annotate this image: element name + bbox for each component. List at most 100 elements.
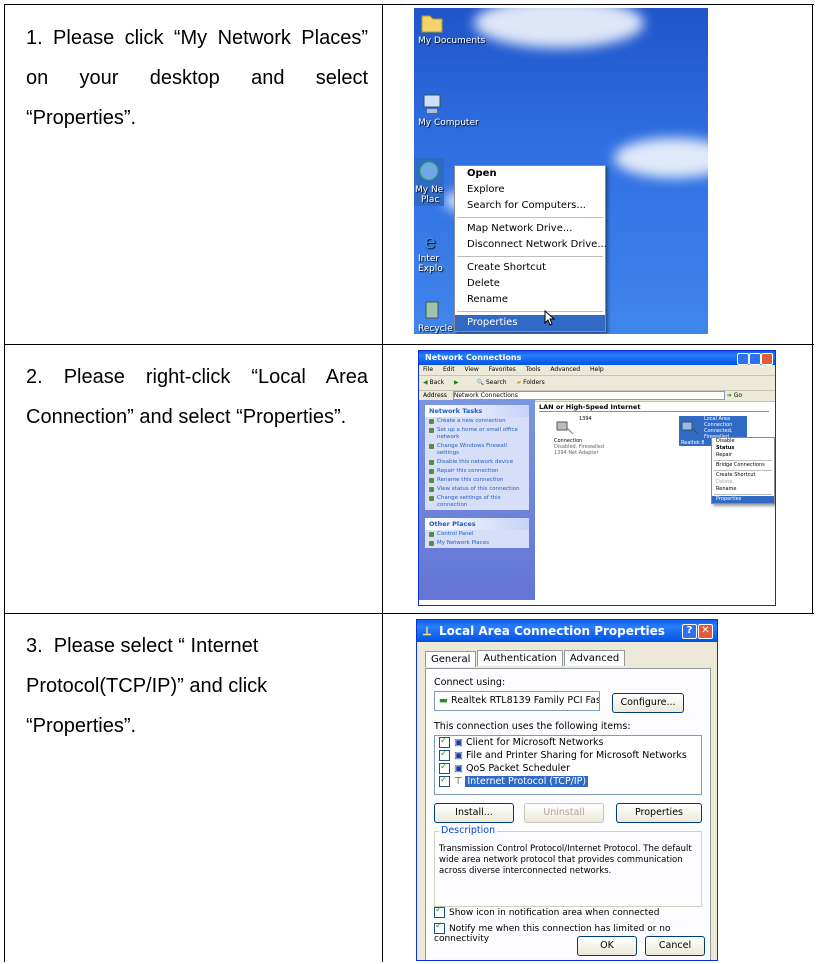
forward-icon[interactable]: ▶ [454,379,459,386]
menu-item-explore[interactable]: Explore [455,182,605,198]
network-connection-icon [556,421,574,435]
folders-icon: ▰ [516,379,522,386]
connection-context-menu: Disable Status Repair Bridge Connections… [711,437,775,504]
menu-item-delete[interactable]: Delete [712,479,774,486]
menu-item-delete[interactable]: Delete [455,276,605,292]
connection-1394[interactable]: 1394 Connection Disabled, Firewalled 139… [554,416,604,456]
menu-item-properties[interactable]: Properties [712,496,774,503]
window-title-bar: Network Connections [419,351,775,365]
checkbox[interactable] [434,905,445,918]
menu-item-status[interactable]: Status [712,445,774,452]
menu-item-search-computers[interactable]: Search for Computers... [455,198,605,214]
configure-button[interactable]: Configure... [612,693,684,713]
list-item[interactable]: ▣ File and Printer Sharing for Microsoft… [435,748,701,762]
task-link[interactable]: View status of this connection [425,485,529,494]
place-link[interactable]: My Network Places [425,539,529,548]
task-link[interactable]: Disable this network device [425,458,529,467]
desktop-icon-my-network-places[interactable]: My Ne Plac [414,158,445,206]
menu-item-rename[interactable]: Rename [455,292,605,308]
menu-item-create-shortcut[interactable]: Create Shortcut [455,260,605,276]
service-icon: ▣ [454,763,463,774]
checkbox[interactable] [439,774,450,787]
menu-advanced[interactable]: Advanced [550,366,580,373]
menu-separator [457,311,603,312]
close-button[interactable]: ✕ [698,624,713,639]
tab-advanced[interactable]: Advanced [563,650,626,666]
network-connection-icon [681,421,699,435]
tasks-pane: Network Tasks Create a new connection Se… [419,400,535,600]
task-link[interactable]: Repair this connection [425,467,529,476]
checkbox[interactable] [439,761,450,774]
install-button[interactable]: Install... [434,803,514,823]
toolbar: ◀ Back ▶ 🔍 Search ▰ Folders [419,376,775,391]
list-item[interactable]: ▣ Client for Microsoft Networks [435,735,701,749]
checkbox[interactable] [434,921,445,934]
task-link[interactable]: Set up a home or small office network [425,426,529,442]
menu-edit[interactable]: Edit [443,366,455,373]
menu-item-disconnect-network-drive[interactable]: Disconnect Network Drive... [455,237,607,253]
network-tasks-header[interactable]: Network Tasks [425,405,529,417]
tab-general[interactable]: General [425,651,477,667]
go-button[interactable]: Go [734,392,742,399]
recycle-bin-icon [425,301,439,319]
tab-authentication[interactable]: Authentication [477,650,563,666]
components-list: ▣ Client for Microsoft Networks ▣ File a… [434,735,702,795]
help-button[interactable]: ? [682,624,697,639]
globe-network-icon [419,161,439,181]
other-places-header[interactable]: Other Places [425,518,529,530]
network-tasks-panel: Network Tasks Create a new connection Se… [425,405,529,510]
menu-item-map-network-drive[interactable]: Map Network Drive... [455,221,605,237]
adapter-field: ▬ Realtek RTL8139 Family PCI Fast Et [434,691,600,711]
desktop-icon-internet-explorer[interactable]: e Inter Explo [418,228,446,274]
folders-button[interactable]: Folders [523,379,545,386]
items-label: This connection uses the following items… [434,721,631,732]
list-item[interactable]: ▣ QoS Packet Scheduler [435,761,701,775]
menu-item-repair[interactable]: Repair [712,452,774,459]
menu-item-bridge[interactable]: Bridge Connections [712,462,774,469]
menu-separator [457,256,603,257]
desktop-icon-my-documents[interactable]: My Documents [418,10,485,46]
maximize-button[interactable] [749,353,761,365]
menu-tools[interactable]: Tools [526,366,541,373]
place-link[interactable]: Control Panel [425,530,529,539]
menu-separator [714,470,772,471]
task-link[interactable]: Rename this connection [425,476,529,485]
menu-help[interactable]: Help [590,366,604,373]
back-button[interactable]: Back [430,379,445,386]
lan-properties-dialog: ⟂ Local Area Connection Properties ? ✕ G… [416,619,718,961]
show-icon-option[interactable]: Show icon in notification area when conn… [434,905,659,918]
ok-button[interactable]: OK [577,936,637,956]
menu-file[interactable]: File [423,366,433,373]
search-button[interactable]: Search [486,379,507,386]
description-group: Description Transmission Control Protoco… [434,825,702,907]
checkbox[interactable] [439,748,450,761]
minimize-button[interactable] [737,353,749,365]
protocol-icon: ⊤ [454,776,463,787]
task-link[interactable]: Change Windows Firewall settings [425,442,529,458]
search-icon: 🔍 [476,379,485,386]
task-link[interactable]: Change settings of this connection [425,494,529,510]
close-button[interactable] [761,353,773,365]
menu-item-create-shortcut[interactable]: Create Shortcut [712,472,774,479]
menu-item-open[interactable]: Open [455,166,605,182]
desktop-icon-my-computer[interactable]: My Computer [418,92,479,128]
properties-button[interactable]: Properties [616,803,702,823]
uninstall-button[interactable]: Uninstall [524,803,604,823]
menu-item-rename[interactable]: Rename [712,486,774,493]
list-item-selected[interactable]: ⊤ Internet Protocol (TCP/IP) [435,774,701,788]
menu-favorites[interactable]: Favorites [489,366,516,373]
task-link[interactable]: Create a new connection [425,417,529,426]
cancel-button[interactable]: Cancel [645,936,705,956]
menu-separator [714,494,772,495]
address-input[interactable]: Network Connections [452,391,725,400]
dialog-title-bar: ⟂ Local Area Connection Properties ? ✕ [417,620,717,642]
menu-item-properties[interactable]: Properties [455,315,605,331]
client-icon: ▣ [454,737,463,748]
cloud [474,8,644,48]
checkbox[interactable] [439,735,450,748]
menu-item-disable[interactable]: Disable [712,438,774,445]
go-icon: ➔ [726,392,732,399]
network-connections-window: Network Connections File Edit View Favor… [418,350,776,606]
menu-view[interactable]: View [465,366,479,373]
svg-text:e: e [424,229,436,252]
